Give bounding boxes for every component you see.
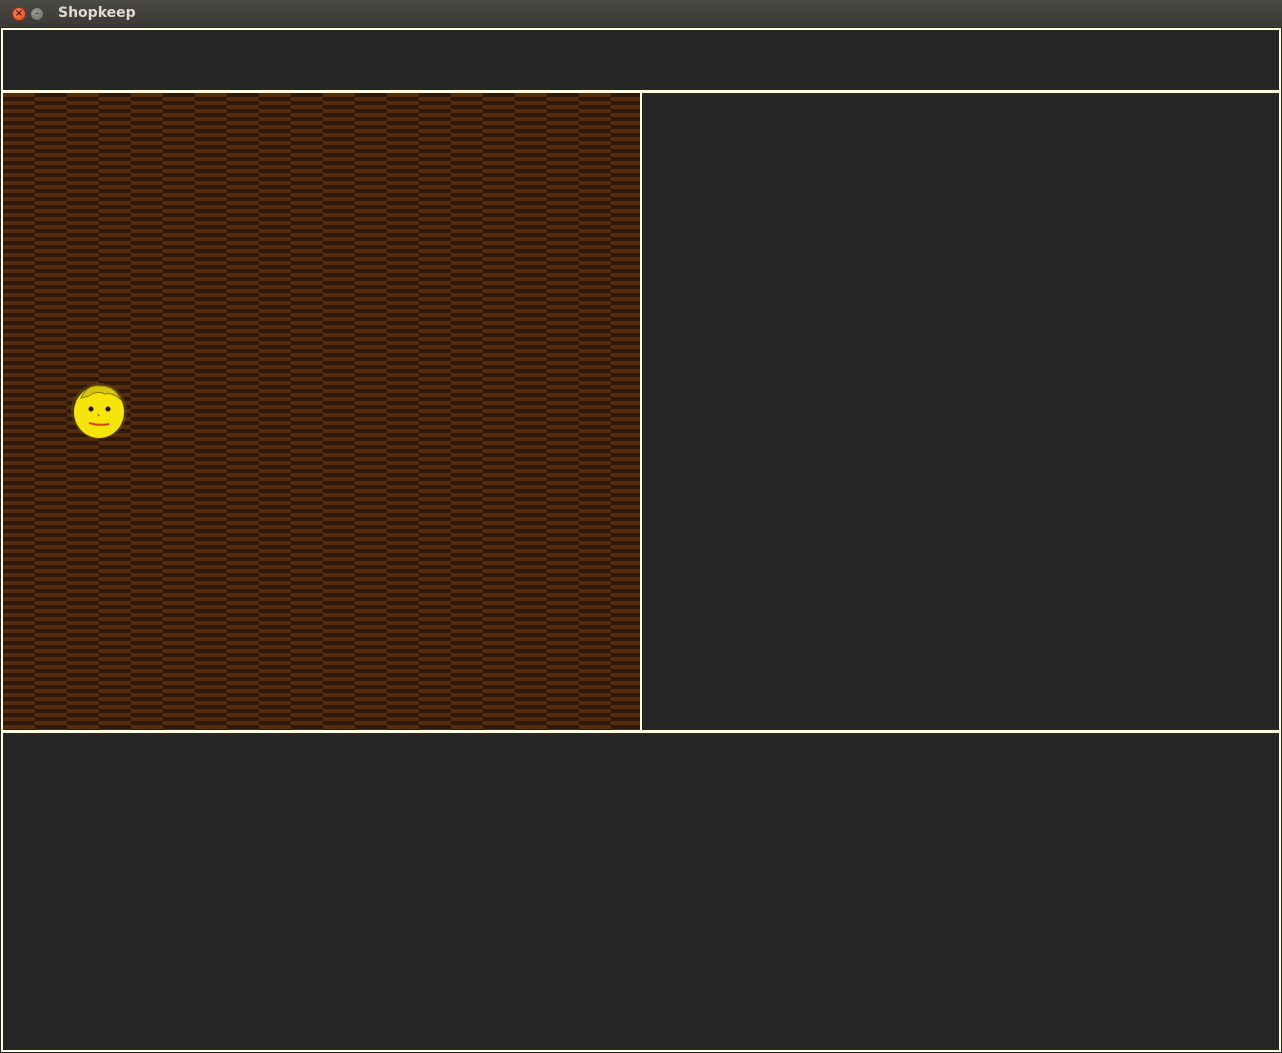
status-panel [1, 28, 1281, 92]
window-title: Shopkeep [58, 5, 136, 21]
player-character [71, 383, 127, 439]
window-titlebar[interactable]: × – Shopkeep [0, 0, 1282, 28]
close-icon[interactable]: × [12, 7, 26, 21]
message-log-panel [1, 731, 1281, 1052]
inventory-panel [640, 91, 1281, 732]
game-map[interactable] [1, 91, 642, 732]
minimize-icon[interactable]: – [30, 7, 44, 21]
